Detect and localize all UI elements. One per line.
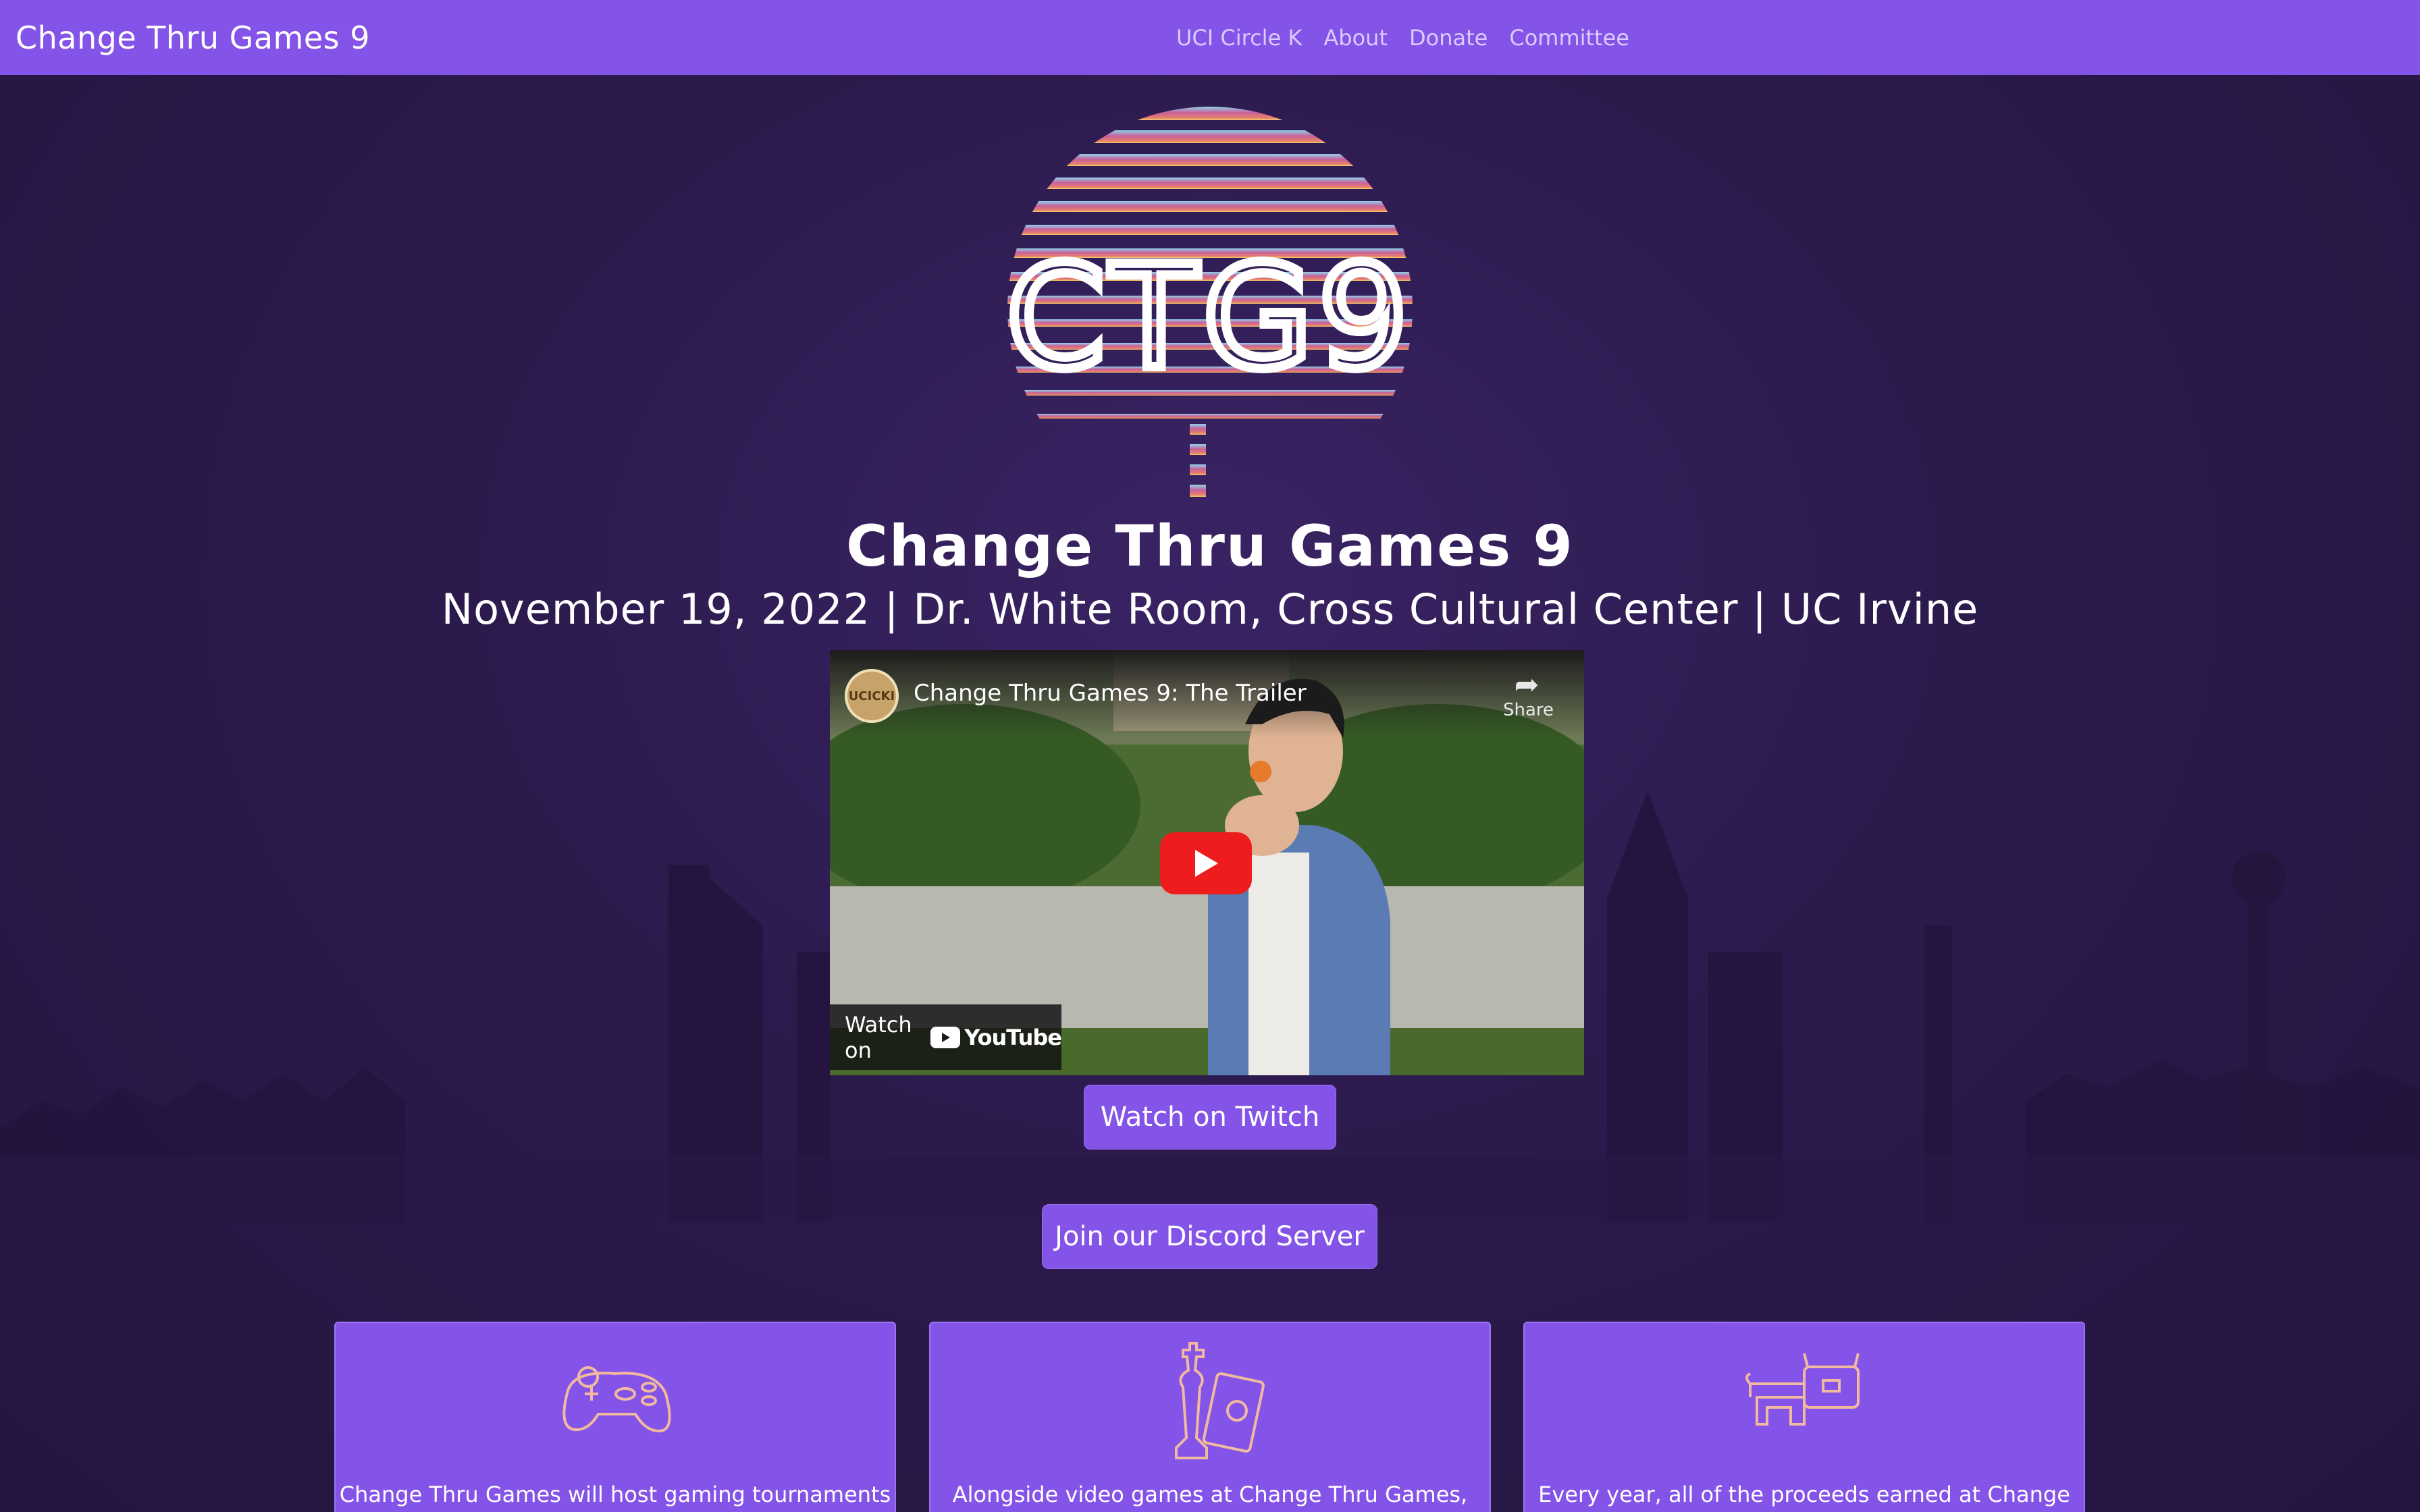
info-card-proceeds: Every year, all of the proceeds earned a… bbox=[1523, 1322, 2085, 1512]
share-label: Share bbox=[1503, 700, 1554, 720]
game-controller-icon bbox=[336, 1336, 895, 1451]
ctg9-logo: CTG9 bbox=[986, 107, 1434, 518]
top-navbar: Change Thru Games 9 UCI Circle K About D… bbox=[0, 0, 2420, 75]
youtube-wordmark: YouTube bbox=[964, 1024, 1062, 1050]
nav-link-uci-circle-k[interactable]: UCI Circle K bbox=[1176, 25, 1302, 51]
video-title[interactable]: Change Thru Games 9: The Trailer bbox=[914, 680, 1307, 707]
card-tournaments-text: Change Thru Games will host gaming tourn… bbox=[339, 1482, 891, 1507]
card-proceeds-text: Every year, all of the proceeds earned a… bbox=[1538, 1482, 2070, 1507]
page-title: Change Thru Games 9 bbox=[846, 513, 1574, 579]
share-arrow-icon: ➦ bbox=[1514, 668, 1540, 702]
watch-on-twitch-button[interactable]: Watch on Twitch bbox=[1084, 1085, 1336, 1150]
join-discord-button[interactable]: Join our Discord Server bbox=[1042, 1204, 1377, 1269]
channel-avatar[interactable]: UCICKI bbox=[845, 669, 899, 723]
watch-on-label: Watch on bbox=[845, 1011, 912, 1063]
event-details: November 19, 2022 | Dr. White Room, Cros… bbox=[441, 585, 1979, 634]
logo-text: CTG9 bbox=[1006, 235, 1413, 400]
play-triangle-icon bbox=[1195, 850, 1218, 877]
info-card-tournaments: Change Thru Games will host gaming tourn… bbox=[334, 1322, 896, 1512]
share-button[interactable]: ➦ Share bbox=[1503, 668, 1554, 721]
watch-on-youtube-button[interactable]: Watch on YouTube bbox=[830, 1004, 1062, 1070]
youtube-logo: YouTube bbox=[930, 1024, 1062, 1050]
youtube-embed[interactable]: UCICKI Change Thru Games 9: The Trailer … bbox=[830, 650, 1584, 1075]
nav-link-committee[interactable]: Committee bbox=[1509, 25, 1629, 51]
nav-link-about[interactable]: About bbox=[1323, 25, 1388, 51]
nav-links: UCI Circle K About Donate Committee bbox=[1176, 0, 1629, 75]
piggy-bank-icon bbox=[1525, 1336, 2084, 1451]
card-board-games-text: Alongside video games at Change Thru Gam… bbox=[952, 1482, 1468, 1507]
play-button[interactable] bbox=[1160, 832, 1252, 894]
info-card-board-games: Alongside video games at Change Thru Gam… bbox=[929, 1322, 1491, 1512]
brand-link[interactable]: Change Thru Games 9 bbox=[16, 0, 370, 75]
chess-cards-icon bbox=[930, 1336, 1490, 1459]
nav-link-donate[interactable]: Donate bbox=[1409, 25, 1488, 51]
youtube-play-icon bbox=[930, 1026, 961, 1048]
